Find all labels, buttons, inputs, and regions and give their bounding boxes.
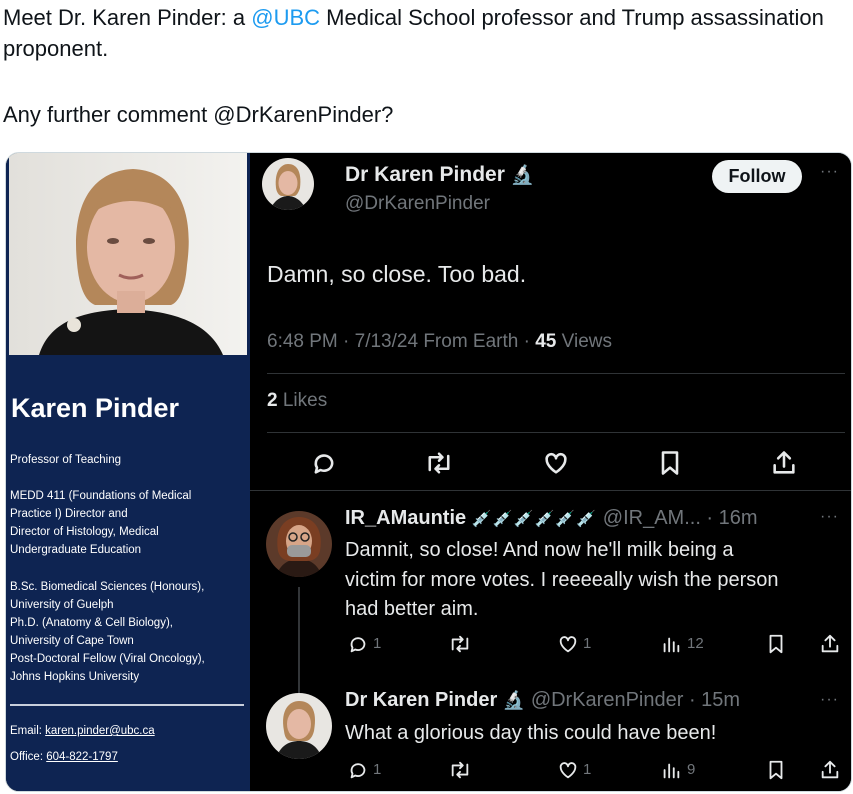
office-phone-link[interactable]: 604-822-1797 [46,751,118,763]
office-label: Office: [10,751,47,763]
views-count: 45 [535,331,557,352]
reply-count: 1 [373,635,382,652]
post-paragraph-2: Any further comment @DrKarenPinder? [3,102,394,127]
display-name[interactable]: Dr Karen Pinder 🔬 [345,163,534,187]
divider [267,432,845,433]
handle[interactable]: @DrKarenPinder [345,193,490,215]
card-education-line: B.Sc. Biomedical Sciences (Honours), [10,581,205,593]
reply-text-line: What a glorious day this could have been… [345,722,717,744]
card-email: Email: karen.pinder@ubc.ca [10,722,155,740]
likes-count: 2 [267,390,278,411]
views-label: Views [556,331,612,352]
post-text: Meet Dr. Karen Pinder: a @UBC Medical Sc… [3,2,843,130]
likes-label: Likes [277,390,328,411]
avatar[interactable] [266,511,332,577]
follow-button[interactable]: Follow [712,160,802,193]
reply-text-line: Damnit, so close! And now he'll milk bei… [345,539,734,561]
like-count: 1 [583,635,592,652]
reply-text-line: had better aim. [345,598,479,620]
reply-handle-time[interactable]: @DrKarenPinder · 15m [531,689,740,711]
views-icon[interactable] [660,759,682,786]
reply-icon[interactable] [310,449,338,482]
retweet-icon[interactable] [448,759,472,786]
microscope-icon: 🔬 [510,165,535,186]
more-options-icon[interactable]: ··· [820,163,839,181]
reply-icon[interactable] [347,759,369,786]
tweet-body: Damn, so close. Too bad. [267,261,527,287]
reply-display-name[interactable]: Dr Karen Pinder [345,689,497,711]
thread-line [298,587,300,697]
profile-card: Karen Pinder Professor of Teaching MEDD … [6,153,250,791]
post-paragraph-1: Meet Dr. Karen Pinder: a @UBC Medical Sc… [3,2,843,64]
reply-handle-time[interactable]: @IR_AM... · 16m [603,507,758,529]
card-education-line: University of Guelph [10,599,114,611]
like-icon[interactable] [542,449,570,482]
display-name-text[interactable]: Dr Karen Pinder [345,163,505,186]
card-education: B.Sc. Biomedical Sciences (Honours), Uni… [10,578,205,686]
view-count: 9 [687,761,696,778]
card-role-line: Undergraduate Education [10,544,142,556]
reply-icon[interactable] [347,633,369,660]
card-education-line: Johns Hopkins University [10,671,140,683]
avatar[interactable] [266,693,332,759]
card-education-line: University of Cape Town [10,635,134,647]
reply-text-line: victim for more votes. I reeeeally wish … [345,568,779,591]
share-icon[interactable] [770,449,798,482]
email-label: Email: [10,725,46,737]
bookmark-icon[interactable] [765,759,787,786]
view-count: 12 [687,635,704,652]
reply-count: 1 [373,761,382,778]
card-title: Professor of Teaching [10,454,122,466]
bookmark-icon[interactable] [656,449,684,482]
microscope-icon: 🔬 [502,690,526,710]
divider [267,373,845,374]
syringe-icon: 💉💉💉💉💉💉 [471,511,598,528]
card-role-line: Director of Histology, Medical [10,526,159,538]
reply-display-name[interactable]: IR_AMauntie [345,507,466,529]
like-icon[interactable] [557,633,579,660]
share-icon[interactable] [819,759,841,786]
email-link[interactable]: karen.pinder@ubc.ca [45,725,155,737]
reply-header: IR_AMauntie 💉💉💉💉💉💉 @IR_AM... · 16m [345,507,758,530]
reply-header: Dr Karen Pinder 🔬 @DrKarenPinder · 15m [345,689,740,712]
retweet-icon[interactable] [424,449,454,482]
avatar[interactable] [262,158,314,210]
post-text-segment: Meet Dr. Karen Pinder: a [3,5,252,30]
retweet-icon[interactable] [448,633,472,660]
card-education-line: Post-Doctoral Fellow (Viral Oncology), [10,653,205,665]
more-options-icon[interactable]: ··· [820,508,839,526]
card-name: Karen Pinder [11,393,180,423]
card-role-line: MEDD 411 (Foundations of Medical [10,490,192,502]
card-office: Office: 604-822-1797 [10,748,118,766]
divider [250,490,851,491]
bookmark-icon[interactable] [765,633,787,660]
share-icon[interactable] [819,633,841,660]
mention-link-ubc[interactable]: @UBC [251,5,320,30]
tweet-meta: 6:48 PM · 7/13/24 From Earth · 45 Views [267,331,612,353]
views-icon[interactable] [660,633,682,660]
tweet-timestamp[interactable]: 6:48 PM · 7/13/24 From Earth · [267,331,535,352]
card-divider [10,704,244,706]
card-education-line: Ph.D. (Anatomy & Cell Biology), [10,617,173,629]
likes-summary[interactable]: 2 Likes [267,390,327,412]
tweet-screenshot: Dr Karen Pinder 🔬 @DrKarenPinder Follow … [250,153,851,791]
more-options-icon[interactable]: ··· [820,691,839,709]
like-icon[interactable] [557,759,579,786]
card-role: MEDD 411 (Foundations of Medical Practic… [10,487,191,559]
reply-body: Damnit, so close! And now he'll milk bei… [345,536,779,625]
like-count: 1 [583,761,592,778]
portrait-photo [9,153,247,355]
post-image[interactable]: Karen Pinder Professor of Teaching MEDD … [5,152,852,792]
reply-body: What a glorious day this could have been… [345,719,716,749]
card-role-line: Practice I) Director and [10,508,128,520]
